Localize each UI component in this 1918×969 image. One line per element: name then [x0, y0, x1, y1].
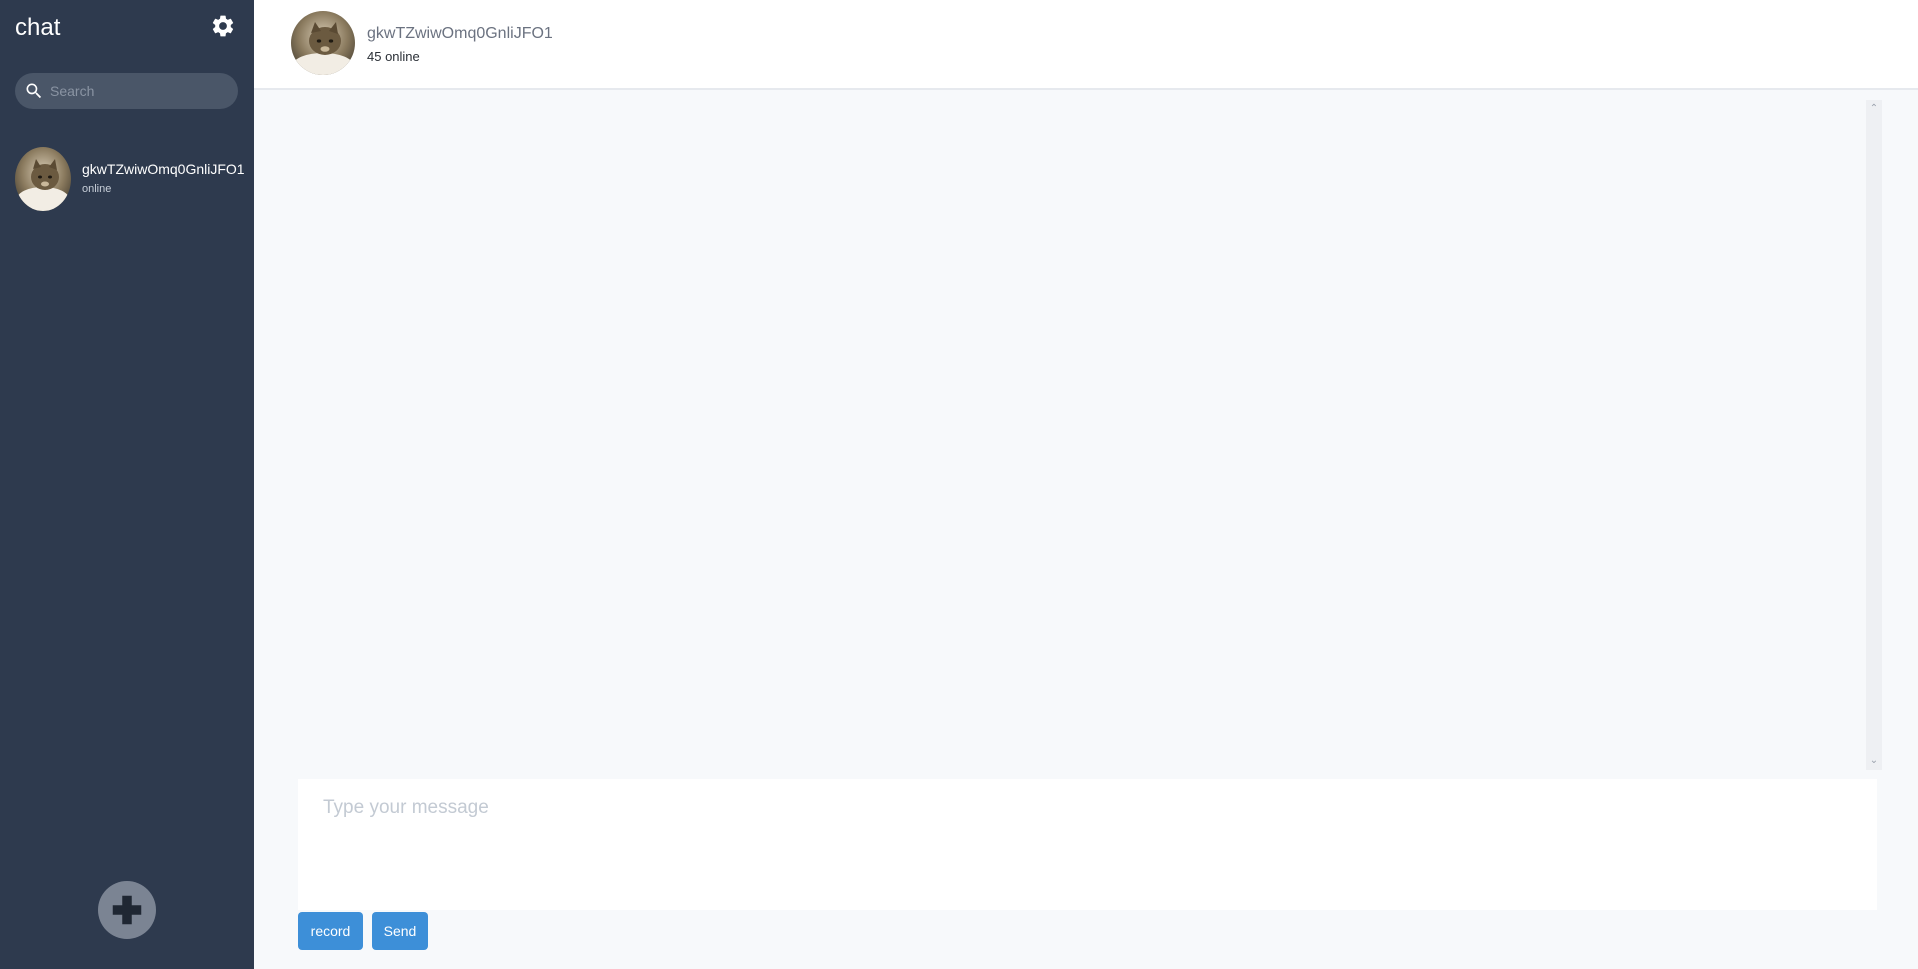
- chat-header: gkwTZwiwOmq0GnliJFO1 45 online: [254, 0, 1918, 90]
- search-box: [15, 73, 238, 109]
- online-count: 45 online: [367, 49, 420, 64]
- contact-avatar: [15, 147, 71, 211]
- search-input[interactable]: [50, 73, 230, 109]
- messages-area[interactable]: [254, 92, 1880, 772]
- contact-status: online: [82, 183, 112, 195]
- send-button[interactable]: Send: [372, 912, 428, 950]
- gear-icon: [212, 15, 234, 37]
- add-chat-button[interactable]: [98, 881, 156, 939]
- header-avatar: [291, 11, 355, 75]
- contact-name: gkwTZwiwOmq0GnliJFO1: [82, 161, 245, 177]
- settings-button[interactable]: [209, 12, 237, 40]
- sidebar-header: chat: [0, 0, 254, 56]
- chat-title: gkwTZwiwOmq0GnliJFO1: [367, 25, 553, 42]
- chevron-down-icon[interactable]: ⌄: [1866, 754, 1882, 768]
- sidebar: chat Search gkwTZwiwOmq0GnliJFO1 online: [0, 0, 254, 969]
- messages-scrollbar[interactable]: ⌃ ⌄: [1866, 100, 1882, 770]
- plus-icon: [112, 895, 142, 925]
- record-button[interactable]: record: [298, 912, 363, 950]
- app-title: chat: [15, 14, 61, 41]
- search-icon: [26, 83, 42, 99]
- contact-item[interactable]: gkwTZwiwOmq0GnliJFO1 online: [0, 142, 254, 216]
- chevron-up-icon[interactable]: ⌃: [1866, 102, 1882, 116]
- message-input[interactable]: [298, 779, 1877, 910]
